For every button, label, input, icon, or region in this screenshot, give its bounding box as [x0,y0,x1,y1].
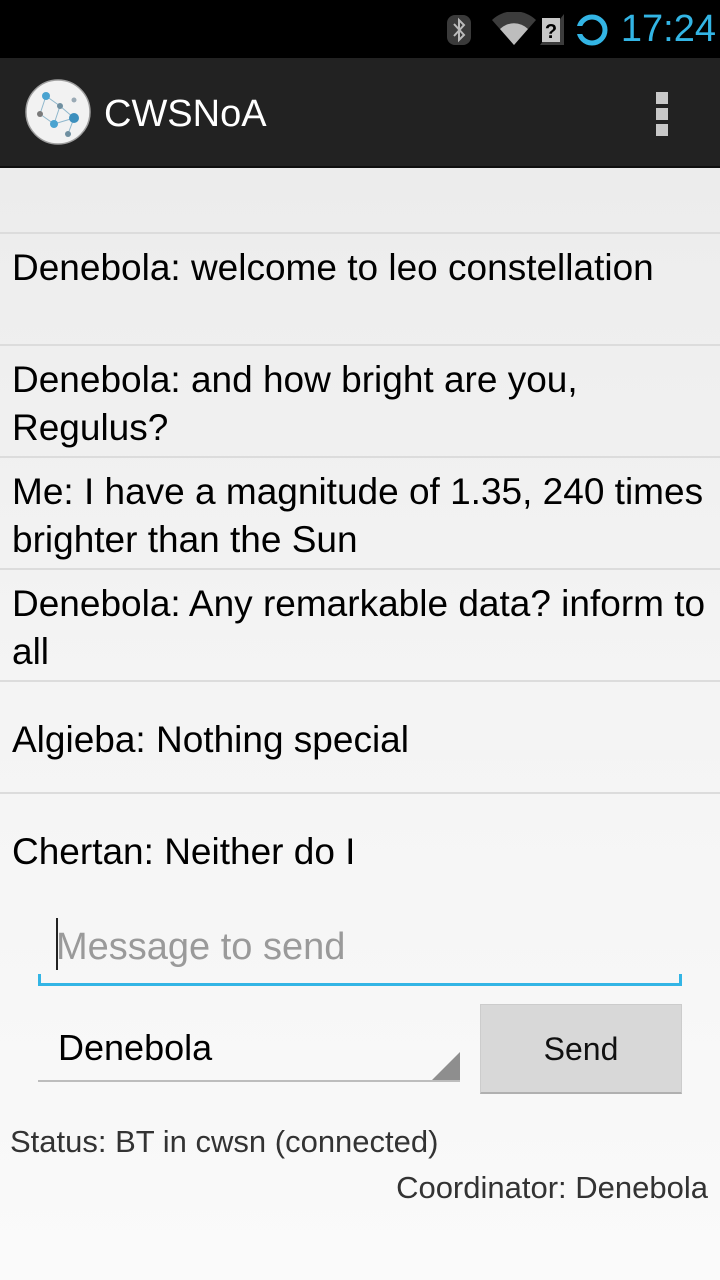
status-clock: 17:24 [620,8,716,50]
message-list[interactable]: Denebola: welcome to leo constellation D… [0,232,720,902]
dropdown-arrow-icon [432,1052,460,1080]
recipient-selected: Denebola [58,1027,213,1068]
connection-status: Status: BT in cwsn (connected) [10,1124,439,1159]
status-bar: ? 17:24 [0,0,720,58]
coordinator-label: Coordinator: Denebola [396,1170,708,1205]
recipient-spinner[interactable]: Denebola [38,1018,460,1082]
list-item[interactable]: Denebola: and how bright are you, Regulu… [0,344,720,456]
svg-text:?: ? [545,21,557,43]
sync-icon [576,14,608,46]
chat-screen: Denebola: welcome to leo constellation D… [0,168,720,1280]
text-cursor [56,918,58,970]
input-underline-edge [38,974,41,986]
network-nodes-icon[interactable] [24,78,92,146]
list-item[interactable]: Me: I have a magnitude of 1.35, 240 time… [0,456,720,568]
action-bar: CWSNoA [0,58,720,168]
message-input[interactable] [38,912,682,986]
no-signal-icon: ? [540,14,564,45]
list-item[interactable]: Chertan: Neither do I [0,792,720,902]
list-item[interactable]: Denebola: Any remarkable data? inform to… [0,568,720,680]
app-title: CWSNoA [104,93,267,135]
wifi-icon [492,12,536,45]
send-button[interactable]: Send [480,1004,682,1094]
overflow-menu-icon[interactable] [642,84,682,144]
bluetooth-icon [447,15,471,45]
input-underline-edge [679,974,682,986]
list-item[interactable]: Denebola: welcome to leo constellation [0,232,720,344]
list-item[interactable]: Algieba: Nothing special [0,680,720,792]
